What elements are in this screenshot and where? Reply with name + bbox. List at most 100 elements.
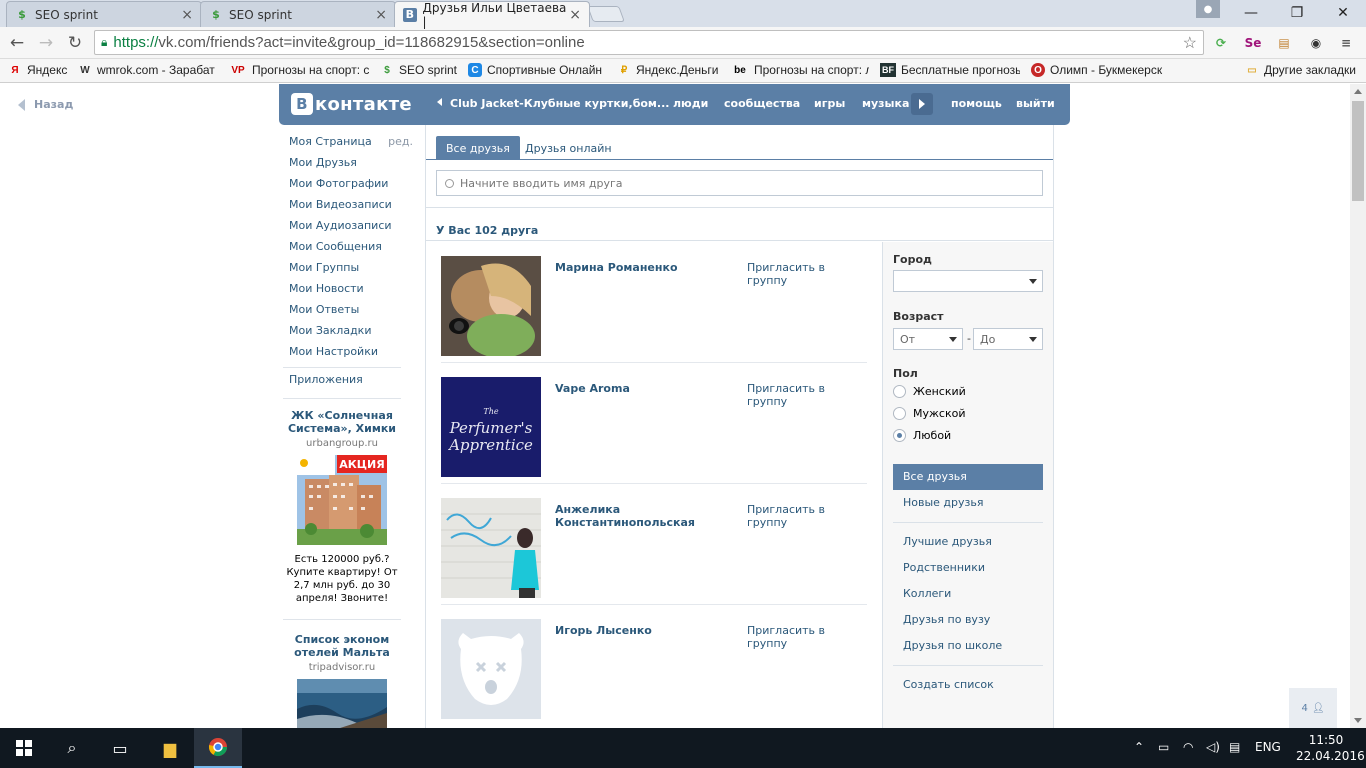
friend-photo[interactable] — [441, 256, 541, 356]
friend-name[interactable]: Vape Aroma — [555, 382, 705, 395]
bookmark-vprognoz[interactable]: VP Прогнозы на спорт: с — [229, 63, 369, 77]
header-nav-communities[interactable]: сообщества — [724, 97, 800, 110]
restore-button[interactable]: ❐ — [1274, 0, 1320, 26]
menu-my-friends[interactable]: Мои Друзья — [289, 156, 415, 177]
friend-photo[interactable] — [441, 619, 541, 719]
header-nav-games[interactable]: игры — [814, 97, 845, 110]
header-nav-logout[interactable]: выйти — [1016, 97, 1055, 110]
bookmark-betexpert[interactable]: be Прогнозы на спорт: л — [731, 63, 869, 77]
menu-my-answers[interactable]: Мои Ответы — [289, 303, 415, 324]
bookmark-seo-sprint[interactable]: $ SEO sprint — [380, 63, 460, 77]
volume-icon[interactable]: ◁) — [1206, 740, 1220, 754]
friend-photo[interactable] — [441, 498, 541, 598]
reload-icon[interactable]: ↻ — [64, 32, 86, 54]
gender-female-radio[interactable]: Женский — [893, 385, 966, 398]
file-explorer-icon[interactable]: ▆ — [146, 728, 194, 768]
star-icon[interactable]: ☆ — [1183, 33, 1197, 53]
task-view-icon[interactable]: ▭ — [96, 728, 144, 768]
list-all-friends[interactable]: Все друзья — [893, 464, 1043, 490]
ad-image[interactable]: АКЦИЯ — [297, 455, 387, 545]
minimize-button[interactable]: — — [1228, 0, 1274, 26]
page-scrollbar[interactable] — [1350, 84, 1366, 728]
address-bar[interactable]: 🔒︎ https:// vk.com/friends?act=invite&gr… — [94, 30, 1204, 55]
bookmark-yandex-money[interactable]: ₽ Яндекс.Деньги — [617, 63, 721, 77]
list-relatives[interactable]: Родственники — [893, 555, 1043, 581]
windows-start-icon[interactable] — [0, 728, 48, 768]
battery-icon[interactable]: ▭ — [1158, 740, 1169, 754]
close-tab-icon[interactable]: × — [569, 7, 581, 23]
age-to-select[interactable]: До — [973, 328, 1043, 350]
list-best-friends[interactable]: Лучшие друзья — [893, 529, 1043, 555]
invite-to-group-link[interactable]: Пригласить в группу — [747, 261, 867, 287]
menu-my-videos[interactable]: Мои Видеозаписи — [289, 198, 415, 219]
other-bookmarks[interactable]: ▭ Другие закладки — [1245, 63, 1363, 77]
wifi-icon[interactable]: ◠ — [1183, 740, 1193, 754]
header-more-button[interactable] — [911, 93, 933, 115]
list-university-friends[interactable]: Друзья по вузу — [893, 607, 1043, 633]
menu-apps[interactable]: Приложения — [289, 373, 363, 394]
extension-globe-icon[interactable]: ◉ — [1306, 33, 1326, 53]
back-arrow-icon[interactable]: ← — [6, 32, 28, 54]
chrome-icon[interactable] — [194, 728, 242, 768]
clock[interactable]: 11:50 22.04.2016 — [1296, 732, 1365, 764]
ad-block-1[interactable]: ЖК «Солнечная Система», Химки urbangroup… — [283, 409, 401, 605]
bookmark-olimp[interactable]: O Олимп - Букмекерск — [1031, 63, 1169, 77]
menu-my-messages[interactable]: Мои Сообщения — [289, 240, 415, 261]
friend-name[interactable]: Игорь Лысенко — [555, 624, 705, 637]
tab-friends-online[interactable]: Друзья онлайн — [515, 136, 622, 160]
extension-se-icon[interactable]: Se — [1243, 33, 1263, 53]
menu-my-bookmarks[interactable]: Мои Закладки — [289, 324, 415, 345]
bookmark-wmrok[interactable]: Wwmrok.com - Зарабат — [78, 63, 220, 77]
extension-notes-icon[interactable]: ▤ — [1274, 33, 1294, 53]
invite-to-group-link[interactable]: Пригласить в группу — [747, 624, 867, 650]
language-indicator[interactable]: ENG — [1255, 740, 1281, 754]
menu-my-groups[interactable]: Мои Группы — [289, 261, 415, 282]
gender-any-radio[interactable]: Любой — [893, 429, 951, 442]
extension-refresh-icon[interactable]: ⟳ — [1211, 33, 1231, 53]
tab-all-friends[interactable]: Все друзья — [436, 136, 520, 160]
list-new-friends[interactable]: Новые друзья — [893, 490, 1043, 516]
menu-my-audio[interactable]: Мои Аудиозаписи — [289, 219, 415, 240]
browser-tab-3[interactable]: В Друзья Ильи Цветаева | × — [394, 1, 590, 29]
profile-icon[interactable]: ● — [1196, 0, 1220, 18]
friend-search-input[interactable]: Начните вводить имя друга — [436, 170, 1043, 196]
ad-title[interactable]: Список эконом отелей Мальта — [283, 633, 401, 659]
ad-image[interactable] — [297, 679, 387, 728]
friend-photo[interactable]: The Perfumer's Apprentice — [441, 377, 541, 477]
ad-title[interactable]: ЖК «Солнечная Система», Химки — [283, 409, 401, 435]
gender-male-radio[interactable]: Мужской — [893, 407, 965, 420]
scroll-up-icon[interactable] — [1354, 89, 1362, 94]
menu-my-photos[interactable]: Мои Фотографии — [289, 177, 415, 198]
friend-name[interactable]: Анжелика Константинопольская — [555, 503, 705, 529]
bookmark-free-predictions[interactable]: BF Бесплатные прогнозы — [880, 63, 1020, 77]
edit-link[interactable]: ред. — [388, 135, 413, 148]
list-colleagues[interactable]: Коллеги — [893, 581, 1043, 607]
new-tab-button[interactable] — [587, 6, 625, 22]
invite-to-group-link[interactable]: Пригласить в группу — [747, 503, 867, 529]
close-tab-icon[interactable]: × — [181, 7, 193, 23]
forward-arrow-icon[interactable]: → — [35, 32, 57, 54]
menu-my-settings[interactable]: Мои Настройки — [289, 345, 415, 366]
list-school-friends[interactable]: Друзья по школе — [893, 633, 1043, 659]
ad-block-2[interactable]: Список эконом отелей Мальта tripadvisor.… — [283, 633, 401, 728]
notifications-icon[interactable]: ▤ — [1229, 740, 1240, 754]
close-tab-icon[interactable]: × — [375, 7, 387, 23]
scroll-down-icon[interactable] — [1354, 718, 1362, 723]
age-from-select[interactable]: От — [893, 328, 963, 350]
create-list-link[interactable]: Создать список — [893, 672, 1043, 698]
menu-my-page[interactable]: Моя Страница ред. — [289, 135, 415, 156]
browser-tab-2[interactable]: $ SEO sprint × — [200, 1, 396, 27]
header-nav-people[interactable]: люди — [673, 97, 708, 110]
tray-expand-icon[interactable]: ⌃ — [1134, 740, 1144, 754]
friend-name[interactable]: Марина Романенко — [555, 261, 705, 274]
menu-my-news[interactable]: Мои Новости — [289, 282, 415, 303]
vk-logo[interactable]: В контакте — [291, 93, 412, 115]
city-select[interactable] — [893, 270, 1043, 292]
scroll-thumb[interactable] — [1352, 101, 1364, 201]
online-friends-badge[interactable]: 4 👤︎ — [1289, 688, 1337, 728]
bookmark-sport-online[interactable]: C Спортивные Онлайн — [468, 63, 604, 77]
bookmark-yandex[interactable]: Я Яндекс — [8, 63, 70, 77]
menu-icon[interactable]: ≡ — [1336, 33, 1356, 53]
browser-tab-1[interactable]: $ SEO sprint × — [6, 1, 202, 27]
chevron-left-icon[interactable] — [437, 98, 442, 106]
